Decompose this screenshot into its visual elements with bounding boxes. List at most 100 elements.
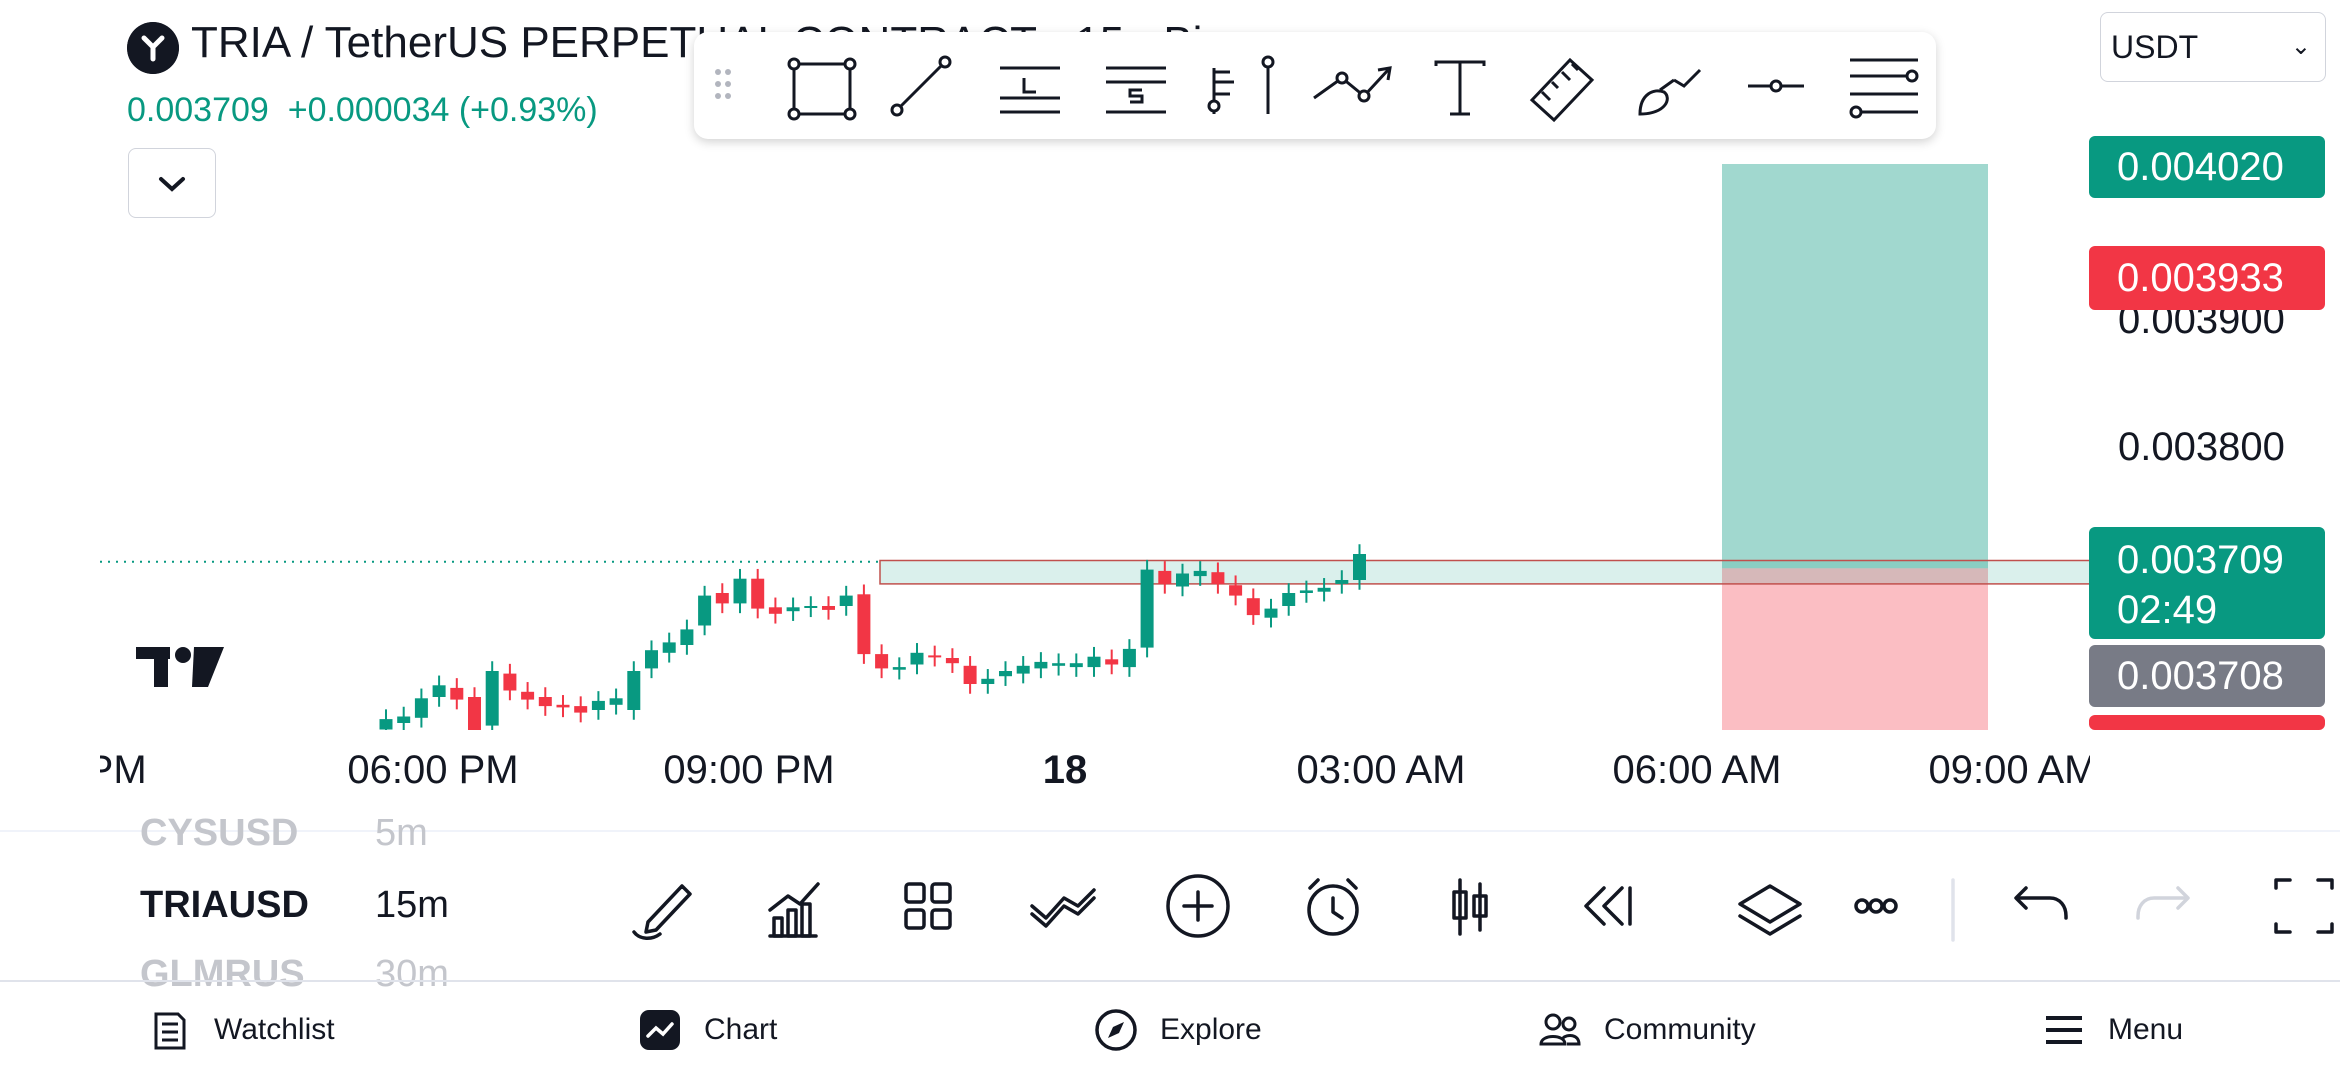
text-tool-icon[interactable]: [1434, 60, 1486, 116]
pitchfork-tool-icon[interactable]: [1207, 55, 1275, 114]
layouts-icon[interactable]: [904, 882, 952, 930]
candle-body: [1052, 663, 1066, 666]
candle-body: [503, 673, 517, 691]
last-price-value: 0.003709: [127, 91, 269, 129]
drawing-toolbar: [694, 32, 1936, 139]
candle-body: [432, 685, 446, 697]
time-axis[interactable]: 0 PM 06:00 PM 09:00 PM 18 03:00 AM 06:00…: [100, 748, 2090, 808]
symbol-logo: [127, 22, 179, 74]
zone-rectangle: [879, 559, 2090, 585]
compass-icon: [1095, 1009, 1137, 1051]
indicators-icon[interactable]: [768, 882, 820, 938]
position-loss-zone: [1722, 568, 1988, 730]
stop-price-tag: 0.003933: [2089, 246, 2325, 310]
nav-label: Explore: [1160, 1013, 1262, 1046]
y-tick-label: 0.003800: [2118, 425, 2285, 469]
candle-body: [963, 665, 977, 684]
candle-body: [875, 654, 889, 669]
watchlist-mini-item[interactable]: CYSUSD: [140, 812, 298, 848]
last-price-tag-value: 0.003709: [2117, 538, 2284, 582]
position-profit-zone: [1722, 164, 1988, 569]
replay-icon[interactable]: [1584, 886, 1632, 926]
community-icon: [1539, 1013, 1581, 1046]
candle-body: [1229, 585, 1243, 596]
short-position-tool-icon[interactable]: [1106, 66, 1166, 114]
redo-icon[interactable]: [2136, 886, 2190, 920]
candle-body: [1034, 661, 1048, 669]
alert-clock-icon[interactable]: [1307, 878, 1359, 936]
candle-body: [1299, 590, 1313, 593]
candle-body: [822, 606, 835, 610]
nav-watchlist[interactable]: Watchlist: [148, 1005, 335, 1055]
candle-body: [857, 594, 871, 655]
candle-body: [379, 719, 393, 730]
ruler-tool-icon[interactable]: [1529, 57, 1595, 123]
candle-body: [680, 629, 694, 645]
chart-icon: [640, 1010, 680, 1050]
currency-select-value: USDT: [2111, 29, 2199, 65]
long-position-tool-icon[interactable]: [1000, 66, 1060, 114]
candle-body: [1211, 572, 1225, 584]
candle-body: [1335, 580, 1349, 584]
candle-body: [1317, 587, 1331, 592]
tradingview-logo: [136, 647, 224, 687]
price-chart[interactable]: [0, 140, 2090, 730]
candle-body: [981, 678, 995, 684]
watchlist-mini-tf: 15m: [375, 884, 449, 926]
nav-label: Watchlist: [214, 1013, 335, 1046]
candle-body: [609, 698, 623, 705]
candle-body: [715, 593, 729, 604]
more-icon[interactable]: [1854, 898, 1898, 914]
candle-body: [450, 687, 464, 700]
candle-body: [1246, 598, 1260, 616]
brush-tool-icon[interactable]: [1638, 68, 1702, 116]
candle-body: [1016, 665, 1030, 674]
partial-price-tag: [2089, 715, 2325, 730]
horizontal-line-tool-icon[interactable]: [1748, 79, 1804, 93]
x-tick-label: 09:00 AM: [1928, 748, 2090, 792]
candle-body: [945, 658, 959, 664]
x-tick-label: 09:00 PM: [663, 748, 835, 792]
more-drawings-menu-icon[interactable]: [1849, 58, 1919, 119]
candle-body: [485, 671, 499, 726]
candle-body: [892, 667, 906, 670]
layers-icon[interactable]: [1738, 884, 1802, 936]
candle-body: [839, 595, 853, 606]
candle-body: [1158, 570, 1172, 584]
target-price-tag: 0.004020: [2089, 136, 2325, 198]
currency-select[interactable]: USDT ⌄: [2100, 12, 2326, 82]
undo-icon[interactable]: [2014, 886, 2068, 920]
pencil-icon[interactable]: [632, 884, 692, 940]
chevron-down-icon: ⌄: [2290, 33, 2311, 60]
rectangle-tool-icon[interactable]: [787, 57, 857, 121]
candle-body: [468, 697, 481, 730]
candle-body: [698, 595, 712, 626]
nav-explore[interactable]: Explore: [1094, 1005, 1262, 1055]
nav-label: Chart: [704, 1013, 778, 1046]
x-tick-label: 06:00 PM: [347, 748, 519, 792]
drag-handle-icon[interactable]: [715, 69, 731, 99]
watchlist-mini-item-active[interactable]: TRIAUSD: [140, 884, 309, 927]
candle-body: [662, 642, 676, 653]
candle-body: [397, 716, 411, 723]
candle-body: [733, 578, 747, 604]
add-icon[interactable]: [1166, 874, 1230, 938]
nav-label: Community: [1604, 1013, 1756, 1046]
candles-icon[interactable]: [1452, 878, 1488, 936]
candle-body: [928, 655, 942, 658]
candle-body: [538, 697, 552, 707]
nav-label: Menu: [2108, 1013, 2184, 1046]
candle-body: [1353, 554, 1366, 580]
candle-body: [910, 652, 924, 665]
fullscreen-icon[interactable]: [2274, 878, 2334, 934]
nav-menu[interactable]: Menu: [2042, 1005, 2183, 1055]
compare-icon[interactable]: [1030, 888, 1096, 928]
price-change-value: +0.000034 (+0.93%): [287, 91, 598, 129]
nav-chart[interactable]: Chart: [638, 1005, 777, 1055]
trend-line-tool-icon[interactable]: [890, 55, 952, 117]
nav-community[interactable]: Community: [1538, 1005, 1756, 1055]
candle-body: [751, 578, 765, 609]
candle-body: [414, 698, 428, 718]
path-tool-icon[interactable]: [1313, 66, 1392, 103]
bottom-chart-toolbar: [632, 874, 2334, 942]
